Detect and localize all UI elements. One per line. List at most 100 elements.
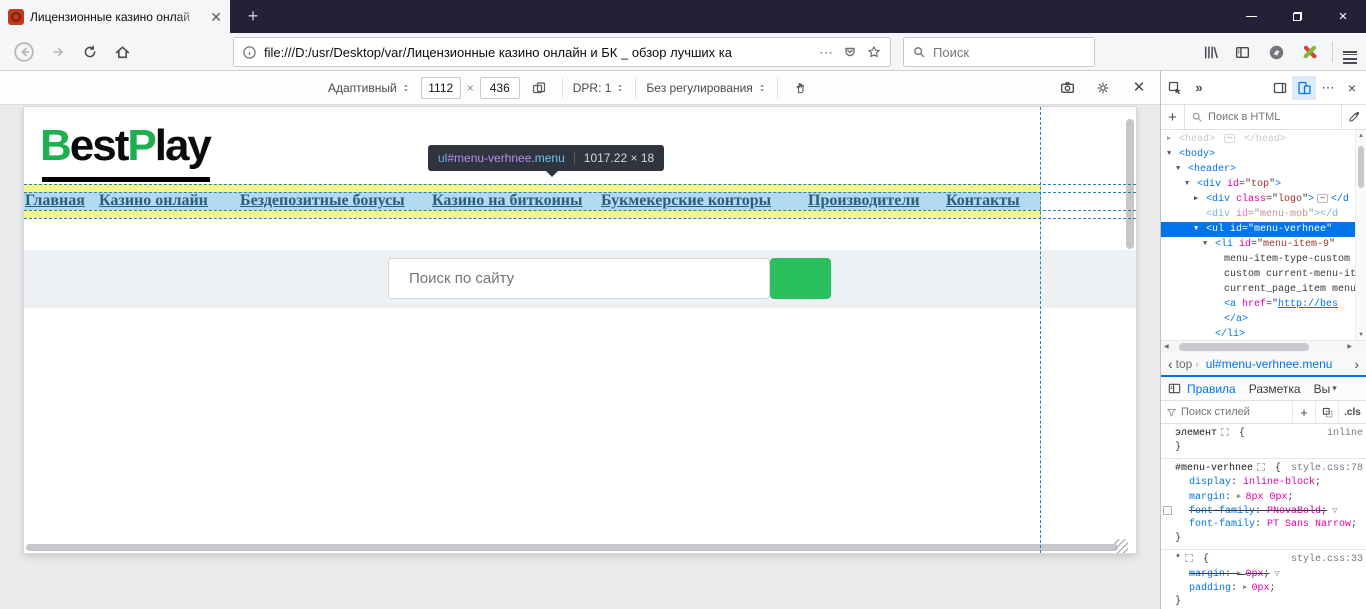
pseudo-class-button[interactable] bbox=[1315, 401, 1338, 423]
class-toggle-button[interactable]: .cls bbox=[1338, 401, 1366, 423]
tab-layout[interactable]: Разметка bbox=[1249, 382, 1301, 396]
markup-tree-row[interactable]: ▼ <header> bbox=[1161, 162, 1355, 177]
home-button[interactable] bbox=[108, 38, 136, 66]
site-info-icon[interactable] bbox=[242, 45, 257, 60]
sidebars-button[interactable] bbox=[1228, 38, 1256, 66]
expander-icon[interactable]: ▼ bbox=[1203, 237, 1215, 252]
selector-highlight-icon[interactable] bbox=[1185, 554, 1194, 562]
tab-close-icon[interactable]: ✕ bbox=[210, 10, 222, 24]
viewport-resize-handle[interactable] bbox=[1114, 539, 1128, 553]
css-rule-line[interactable]: * {style.css:33 bbox=[1161, 553, 1366, 567]
tab-rules[interactable]: Правила bbox=[1187, 382, 1236, 396]
markup-tree-row[interactable]: </a> bbox=[1161, 312, 1355, 327]
viewport-height-input[interactable] bbox=[479, 76, 520, 99]
new-tab-button[interactable]: + bbox=[240, 4, 266, 30]
style-filter-input[interactable] bbox=[1181, 406, 1259, 418]
expander-icon[interactable]: ▶ bbox=[1194, 192, 1206, 207]
css-rule-line[interactable]: padding: ▶ 0px; bbox=[1161, 581, 1366, 595]
devtools-close-button[interactable]: × bbox=[1340, 76, 1364, 100]
markup-tree-row[interactable]: </li> bbox=[1161, 327, 1355, 340]
add-rule-button[interactable]: + bbox=[1292, 401, 1315, 423]
url-bar[interactable]: ⋯ bbox=[233, 37, 891, 67]
expander-icon[interactable]: ▶ bbox=[1167, 132, 1179, 147]
menu-link[interactable]: Производители bbox=[808, 192, 920, 210]
responsive-mode-button[interactable] bbox=[1292, 75, 1316, 100]
markup-tree-row[interactable]: ▼ <body> bbox=[1161, 147, 1355, 162]
search-input[interactable] bbox=[933, 44, 1053, 60]
element-picker-button[interactable] bbox=[1163, 76, 1187, 100]
screenshot-button[interactable] bbox=[1054, 75, 1080, 101]
markup-tree-row[interactable]: ▶ <div class="logo"> ⋯ </d bbox=[1161, 192, 1355, 207]
throttling-selector[interactable]: Без регулирования bbox=[646, 81, 766, 95]
markup-hscrollbar[interactable]: ◀ ▶ bbox=[1161, 340, 1366, 353]
dock-button[interactable] bbox=[1268, 76, 1292, 100]
add-node-button[interactable]: + bbox=[1161, 105, 1185, 129]
rotate-viewport-button[interactable] bbox=[526, 75, 552, 101]
more-tools-chevrons[interactable]: » bbox=[1187, 76, 1211, 100]
collapsed-children-badge[interactable]: ⋯ bbox=[1317, 194, 1328, 203]
device-selector[interactable]: Адаптивный bbox=[328, 81, 411, 95]
extension-x-button[interactable] bbox=[1296, 38, 1324, 66]
markup-tree-row[interactable]: <div id="menu-mob"></d bbox=[1161, 207, 1355, 222]
extension-gray-button[interactable] bbox=[1262, 38, 1290, 66]
menu-link[interactable]: Контакты bbox=[946, 192, 1020, 210]
selector-highlight-icon[interactable] bbox=[1257, 463, 1266, 471]
markup-search-field[interactable] bbox=[1185, 105, 1341, 129]
dpr-selector[interactable]: DPR: 1 bbox=[573, 81, 626, 95]
menu-link[interactable]: Бездепозитные бонусы bbox=[240, 192, 405, 210]
site-search-input[interactable] bbox=[409, 270, 739, 287]
css-rule-line[interactable]: элемент {inline bbox=[1161, 427, 1366, 441]
forward-button[interactable] bbox=[44, 38, 72, 66]
menu-link[interactable]: Главная bbox=[25, 192, 85, 210]
css-rule-line[interactable]: font-family: PNovaBold; ▽ bbox=[1161, 504, 1366, 518]
expander-icon[interactable]: ▼ bbox=[1194, 222, 1206, 237]
viewport-width-input[interactable] bbox=[420, 76, 461, 99]
collapsed-children-badge[interactable]: ⋯ bbox=[1224, 134, 1235, 143]
page-actions-icon[interactable]: ⋯ bbox=[819, 44, 834, 61]
viewport-hscrollbar[interactable] bbox=[26, 544, 1118, 551]
menu-link[interactable]: Казино на биткоины bbox=[432, 192, 583, 210]
back-button[interactable] bbox=[10, 38, 38, 66]
selector-highlight-icon[interactable] bbox=[1221, 428, 1230, 436]
menu-button[interactable] bbox=[1336, 38, 1364, 66]
touch-simulation-button[interactable] bbox=[788, 75, 814, 101]
expander-icon[interactable]: ▼ bbox=[1167, 147, 1179, 162]
declaration-checkbox[interactable] bbox=[1163, 506, 1172, 515]
reload-button[interactable] bbox=[76, 38, 104, 66]
markup-tree-row[interactable]: menu-item-type-custom bbox=[1161, 252, 1355, 267]
style-filter-field[interactable] bbox=[1161, 401, 1292, 423]
menu-link[interactable]: Казино онлайн bbox=[99, 192, 208, 210]
css-rule-line[interactable]: } bbox=[1161, 532, 1366, 546]
tabs-overflow-caret-icon[interactable]: ▾ bbox=[1332, 383, 1337, 394]
url-input[interactable] bbox=[264, 44, 811, 60]
css-rule-line[interactable]: } bbox=[1161, 441, 1366, 455]
eyedropper-button[interactable] bbox=[1341, 105, 1366, 129]
css-rule-line[interactable]: font-family: PT Sans Narrow; bbox=[1161, 518, 1366, 532]
stylesheet-link[interactable]: style.css:78 bbox=[1291, 462, 1363, 476]
stylesheet-link[interactable]: inline bbox=[1327, 427, 1363, 441]
css-rule-line[interactable]: } bbox=[1161, 595, 1366, 609]
css-rule-line[interactable]: margin: ▶ 8px 0px; bbox=[1161, 490, 1366, 504]
window-restore-button[interactable] bbox=[1274, 0, 1320, 33]
markup-tree-row-selected[interactable]: ▼ <ul id="menu-verhnee" bbox=[1161, 222, 1355, 237]
markup-tree-row[interactable]: current_page_item menu bbox=[1161, 282, 1355, 297]
breadcrumb-item-current[interactable]: ul#menu-verhnee.menu bbox=[1206, 357, 1333, 371]
markup-tree-row[interactable]: <a href="http://bes bbox=[1161, 297, 1355, 312]
stylesheet-link[interactable]: style.css:33 bbox=[1291, 553, 1363, 567]
browser-tab[interactable]: Лицензионные казино онлай ✕ bbox=[0, 0, 230, 33]
expander-icon[interactable]: ▼ bbox=[1185, 177, 1197, 192]
markup-tree-row[interactable]: ▼ <div id="top"> bbox=[1161, 177, 1355, 192]
markup-tree-row[interactable]: ▼ <li id="menu-item-9" bbox=[1161, 237, 1355, 252]
rdm-settings-button[interactable] bbox=[1090, 75, 1116, 101]
markup-vscrollbar[interactable]: ▲ ▼ bbox=[1355, 130, 1366, 340]
window-minimize-button[interactable] bbox=[1228, 0, 1274, 33]
breadcrumb-back-icon[interactable]: ‹ bbox=[1168, 356, 1173, 372]
site-logo[interactable]: BestPlay bbox=[40, 121, 212, 171]
markup-tree-row[interactable]: ▶ <head> ⋯ </head> bbox=[1161, 132, 1355, 147]
tab-computed[interactable]: Вы bbox=[1314, 382, 1331, 396]
menu-link[interactable]: Букмекерские конторы bbox=[601, 192, 771, 210]
site-search-button[interactable] bbox=[770, 258, 831, 299]
search-bar[interactable] bbox=[903, 37, 1095, 67]
css-rule-line[interactable]: margin: ▶ 0px; ▽ bbox=[1161, 567, 1366, 581]
breadcrumb-forward-icon[interactable]: › bbox=[1354, 356, 1359, 372]
